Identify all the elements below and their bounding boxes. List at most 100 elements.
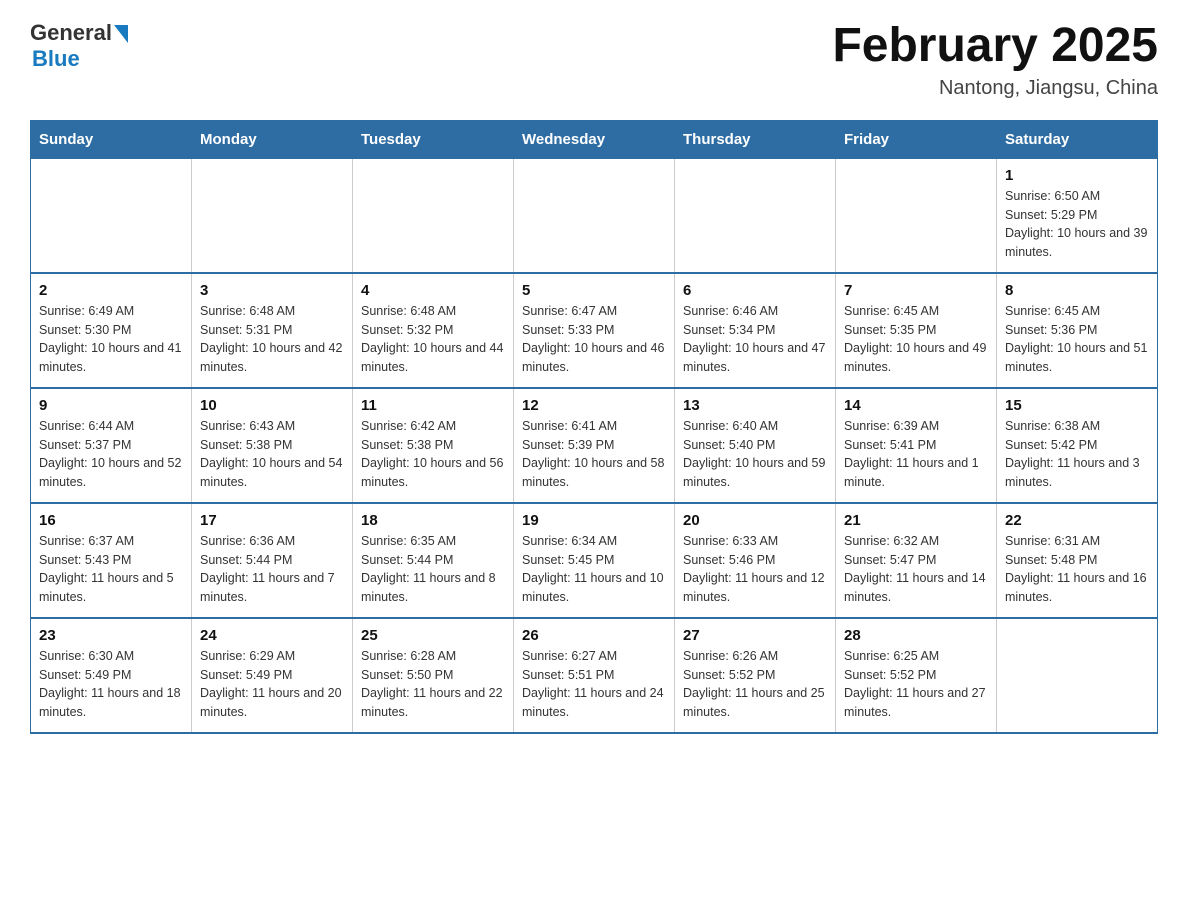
day-number: 2: [39, 282, 183, 299]
calendar-day-cell: 9 Sunrise: 6:44 AMSunset: 5:37 PMDaylight…: [31, 388, 192, 503]
calendar-day-cell: 18 Sunrise: 6:35 AMSunset: 5:44 PMDayligh…: [353, 503, 514, 618]
day-info: Sunrise: 6:34 AMSunset: 5:45 PMDaylight:…: [522, 532, 666, 607]
day-number: 15: [1005, 397, 1149, 414]
day-info: Sunrise: 6:38 AMSunset: 5:42 PMDaylight:…: [1005, 417, 1149, 492]
day-info: Sunrise: 6:32 AMSunset: 5:47 PMDaylight:…: [844, 532, 988, 607]
day-info: Sunrise: 6:27 AMSunset: 5:51 PMDaylight:…: [522, 647, 666, 722]
logo-arrow-icon: [114, 25, 128, 43]
title-block: February 2025 Nantong, Jiangsu, China: [832, 20, 1158, 100]
calendar-day-cell: [192, 158, 353, 273]
calendar-title: February 2025: [832, 20, 1158, 73]
day-info: Sunrise: 6:45 AMSunset: 5:35 PMDaylight:…: [844, 302, 988, 377]
day-number: 7: [844, 282, 988, 299]
calendar-week-row: 9 Sunrise: 6:44 AMSunset: 5:37 PMDaylight…: [31, 388, 1158, 503]
day-number: 18: [361, 512, 505, 529]
day-number: 20: [683, 512, 827, 529]
calendar-day-cell: 21 Sunrise: 6:32 AMSunset: 5:47 PMDayligh…: [836, 503, 997, 618]
calendar-header-cell: Monday: [192, 120, 353, 158]
calendar-day-cell: 19 Sunrise: 6:34 AMSunset: 5:45 PMDayligh…: [514, 503, 675, 618]
logo: General Blue: [30, 20, 128, 72]
day-number: 28: [844, 627, 988, 644]
day-info: Sunrise: 6:29 AMSunset: 5:49 PMDaylight:…: [200, 647, 344, 722]
day-info: Sunrise: 6:47 AMSunset: 5:33 PMDaylight:…: [522, 302, 666, 377]
day-info: Sunrise: 6:33 AMSunset: 5:46 PMDaylight:…: [683, 532, 827, 607]
calendar-subtitle: Nantong, Jiangsu, China: [832, 77, 1158, 100]
calendar-header-row: SundayMondayTuesdayWednesdayThursdayFrid…: [31, 120, 1158, 158]
calendar-day-cell: [997, 618, 1158, 733]
logo-general-text: General: [30, 20, 112, 46]
calendar-day-cell: 4 Sunrise: 6:48 AMSunset: 5:32 PMDaylight…: [353, 273, 514, 388]
day-number: 3: [200, 282, 344, 299]
calendar-header-cell: Tuesday: [353, 120, 514, 158]
calendar-day-cell: 22Sunrise: 6:31 AMSunset: 5:48 PMDayligh…: [997, 503, 1158, 618]
day-number: 13: [683, 397, 827, 414]
day-info: Sunrise: 6:44 AMSunset: 5:37 PMDaylight:…: [39, 417, 183, 492]
day-info: Sunrise: 6:26 AMSunset: 5:52 PMDaylight:…: [683, 647, 827, 722]
calendar-day-cell: 13 Sunrise: 6:40 AMSunset: 5:40 PMDayligh…: [675, 388, 836, 503]
day-number: 4: [361, 282, 505, 299]
calendar-day-cell: 7 Sunrise: 6:45 AMSunset: 5:35 PMDaylight…: [836, 273, 997, 388]
calendar-day-cell: 6 Sunrise: 6:46 AMSunset: 5:34 PMDaylight…: [675, 273, 836, 388]
calendar-header-cell: Sunday: [31, 120, 192, 158]
day-number: 25: [361, 627, 505, 644]
day-number: 9: [39, 397, 183, 414]
calendar-table: SundayMondayTuesdayWednesdayThursdayFrid…: [30, 120, 1158, 734]
page-header: General Blue February 2025 Nantong, Jian…: [30, 20, 1158, 100]
calendar-week-row: 2 Sunrise: 6:49 AMSunset: 5:30 PMDaylight…: [31, 273, 1158, 388]
day-number: 17: [200, 512, 344, 529]
calendar-day-cell: [514, 158, 675, 273]
calendar-week-row: 1Sunrise: 6:50 AMSunset: 5:29 PMDaylight…: [31, 158, 1158, 273]
day-info: Sunrise: 6:28 AMSunset: 5:50 PMDaylight:…: [361, 647, 505, 722]
day-number: 21: [844, 512, 988, 529]
day-info: Sunrise: 6:40 AMSunset: 5:40 PMDaylight:…: [683, 417, 827, 492]
calendar-day-cell: [675, 158, 836, 273]
day-number: 10: [200, 397, 344, 414]
day-info: Sunrise: 6:43 AMSunset: 5:38 PMDaylight:…: [200, 417, 344, 492]
day-number: 23: [39, 627, 183, 644]
calendar-header: SundayMondayTuesdayWednesdayThursdayFrid…: [31, 120, 1158, 158]
day-number: 12: [522, 397, 666, 414]
calendar-day-cell: 8 Sunrise: 6:45 AMSunset: 5:36 PMDaylight…: [997, 273, 1158, 388]
calendar-header-cell: Friday: [836, 120, 997, 158]
day-number: 22: [1005, 512, 1149, 529]
day-info: Sunrise: 6:25 AMSunset: 5:52 PMDaylight:…: [844, 647, 988, 722]
calendar-day-cell: 1Sunrise: 6:50 AMSunset: 5:29 PMDaylight…: [997, 158, 1158, 273]
calendar-day-cell: 11Sunrise: 6:42 AMSunset: 5:38 PMDayligh…: [353, 388, 514, 503]
calendar-day-cell: 27 Sunrise: 6:26 AMSunset: 5:52 PMDayligh…: [675, 618, 836, 733]
day-number: 27: [683, 627, 827, 644]
calendar-day-cell: 25 Sunrise: 6:28 AMSunset: 5:50 PMDayligh…: [353, 618, 514, 733]
calendar-day-cell: 23 Sunrise: 6:30 AMSunset: 5:49 PMDayligh…: [31, 618, 192, 733]
calendar-day-cell: 28 Sunrise: 6:25 AMSunset: 5:52 PMDayligh…: [836, 618, 997, 733]
day-info: Sunrise: 6:39 AMSunset: 5:41 PMDaylight:…: [844, 417, 988, 492]
day-info: Sunrise: 6:35 AMSunset: 5:44 PMDaylight:…: [361, 532, 505, 607]
day-number: 8: [1005, 282, 1149, 299]
day-info: Sunrise: 6:49 AMSunset: 5:30 PMDaylight:…: [39, 302, 183, 377]
day-number: 19: [522, 512, 666, 529]
calendar-day-cell: [353, 158, 514, 273]
calendar-day-cell: 17Sunrise: 6:36 AMSunset: 5:44 PMDayligh…: [192, 503, 353, 618]
calendar-week-row: 23 Sunrise: 6:30 AMSunset: 5:49 PMDayligh…: [31, 618, 1158, 733]
calendar-day-cell: 10 Sunrise: 6:43 AMSunset: 5:38 PMDayligh…: [192, 388, 353, 503]
calendar-day-cell: 24 Sunrise: 6:29 AMSunset: 5:49 PMDayligh…: [192, 618, 353, 733]
day-info: Sunrise: 6:42 AMSunset: 5:38 PMDaylight:…: [361, 417, 505, 492]
day-info: Sunrise: 6:45 AMSunset: 5:36 PMDaylight:…: [1005, 302, 1149, 377]
calendar-week-row: 16Sunrise: 6:37 AMSunset: 5:43 PMDayligh…: [31, 503, 1158, 618]
day-info: Sunrise: 6:48 AMSunset: 5:32 PMDaylight:…: [361, 302, 505, 377]
calendar-day-cell: 20 Sunrise: 6:33 AMSunset: 5:46 PMDayligh…: [675, 503, 836, 618]
day-number: 14: [844, 397, 988, 414]
calendar-day-cell: 3Sunrise: 6:48 AMSunset: 5:31 PMDaylight…: [192, 273, 353, 388]
day-number: 5: [522, 282, 666, 299]
day-info: Sunrise: 6:30 AMSunset: 5:49 PMDaylight:…: [39, 647, 183, 722]
calendar-body: 1Sunrise: 6:50 AMSunset: 5:29 PMDaylight…: [31, 158, 1158, 733]
calendar-day-cell: 26Sunrise: 6:27 AMSunset: 5:51 PMDayligh…: [514, 618, 675, 733]
calendar-day-cell: [836, 158, 997, 273]
day-info: Sunrise: 6:46 AMSunset: 5:34 PMDaylight:…: [683, 302, 827, 377]
day-number: 16: [39, 512, 183, 529]
day-number: 24: [200, 627, 344, 644]
day-info: Sunrise: 6:50 AMSunset: 5:29 PMDaylight:…: [1005, 187, 1149, 262]
calendar-header-cell: Wednesday: [514, 120, 675, 158]
calendar-day-cell: 2 Sunrise: 6:49 AMSunset: 5:30 PMDaylight…: [31, 273, 192, 388]
calendar-day-cell: 14 Sunrise: 6:39 AMSunset: 5:41 PMDayligh…: [836, 388, 997, 503]
calendar-day-cell: 16Sunrise: 6:37 AMSunset: 5:43 PMDayligh…: [31, 503, 192, 618]
day-number: 6: [683, 282, 827, 299]
